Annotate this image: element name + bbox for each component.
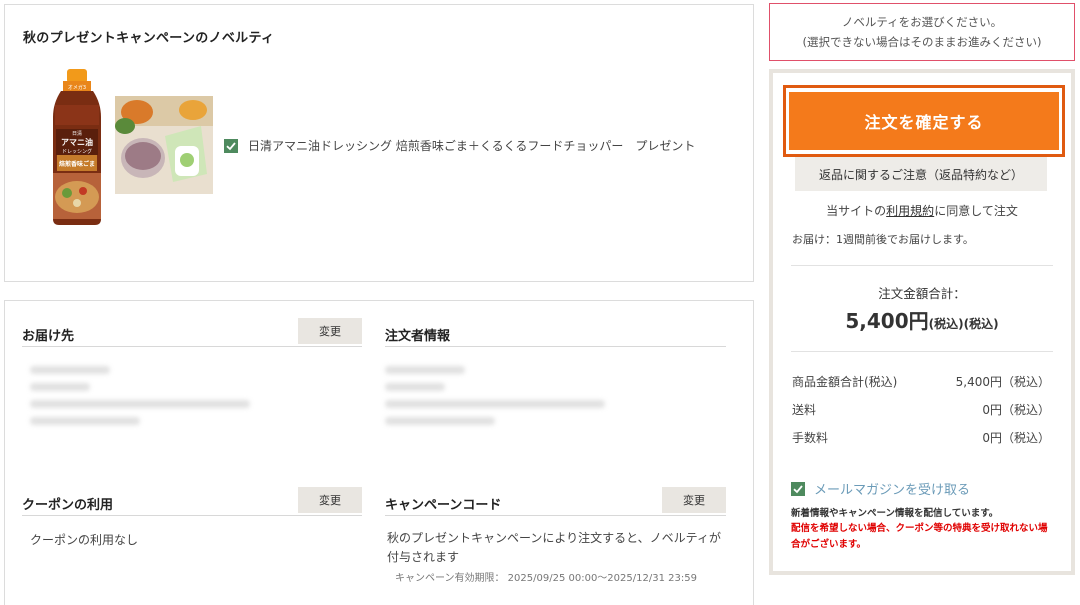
order-summary-panel: 注文を確定する 返品に関するご注意（返品特約など） 当サイトの利用規約に同意して… [769, 69, 1075, 575]
total-amount: 5,400円(税込)(税込) [773, 305, 1071, 334]
shipping-section-header: お届け先 変更 [22, 318, 362, 347]
bottle-sub-text: ドレッシング [62, 148, 92, 155]
campaign-period: キャンペーン有効期限： 2025/09/25 00:00〜2025/12/31 … [395, 573, 697, 584]
campaign-section-header: キャンペーンコード 変更 [385, 487, 726, 516]
total-amount-value: 5,400円 [845, 309, 929, 333]
notice-line-1: ノベルティをお選びください。 [841, 15, 1003, 29]
breakdown-label: 商品金額合計(税込) [792, 375, 898, 389]
terms-agreement: 当サイトの利用規約に同意して注文 [773, 202, 1071, 219]
shipping-change-button[interactable]: 変更 [298, 318, 362, 344]
novelty-title: 秋のプレゼントキャンペーンのノベルティ [23, 31, 275, 46]
notice-line-2: (選択できない場合はそのままお進みください) [802, 35, 1042, 49]
bottle-name-text: アマニ油 [61, 137, 93, 147]
shipping-heading: お届け先 [22, 329, 75, 344]
novelty-card: 秋のプレゼントキャンペーンのノベルティ オメガ3 日清 アマニ油 ドレッシング … [4, 4, 754, 282]
breakdown-row-shipping: 送料 0円（税込） [792, 401, 1050, 418]
breakdown-row-subtotal: 商品金額合計(税込) 5,400円（税込） [792, 373, 1050, 390]
confirm-button-frame: 注文を確定する [783, 85, 1065, 157]
newsletter-description: 新着情報やキャンペーン情報を配信しています。 [791, 508, 999, 519]
bottle-brand-text: 日清 [72, 130, 82, 137]
coupon-change-button[interactable]: 変更 [298, 487, 362, 513]
orderer-info-redacted [385, 366, 605, 434]
agree-prefix: 当サイトの [826, 204, 887, 218]
product-bottle-image: オメガ3 日清 アマニ油 ドレッシング 焙煎香味ごま [53, 69, 101, 225]
bottle-flavor-text: 焙煎香味ごま [58, 160, 95, 168]
coupon-value: クーポンの利用なし [30, 533, 139, 547]
food-chopper-photo [115, 96, 213, 194]
shipping-address-redacted [30, 366, 250, 434]
total-label: 注文金額合計： [878, 286, 966, 301]
summary-divider [791, 351, 1053, 352]
confirm-order-button[interactable]: 注文を確定する [789, 92, 1059, 150]
campaign-change-button[interactable]: 変更 [662, 487, 726, 513]
terms-link[interactable]: 利用規約 [886, 204, 934, 218]
total-tax-note-2: (税込) [963, 317, 999, 331]
newsletter-warning: 配信を希望しない場合、クーポン等の特典を受け取れない場合がございます。 [791, 523, 1048, 550]
orderer-heading: 注文者情報 [385, 329, 451, 344]
coupon-section-header: クーポンの利用 変更 [22, 487, 362, 516]
newsletter-checkbox[interactable] [791, 482, 805, 496]
orderer-section-header: 注文者情報 [385, 319, 726, 347]
breakdown-label: 送料 [792, 403, 817, 417]
total-tax-note-1: (税込) [928, 317, 964, 331]
bottle-badge-text: オメガ3 [68, 84, 86, 91]
coupon-heading: クーポンの利用 [22, 498, 114, 513]
novelty-checkbox[interactable] [224, 139, 238, 153]
breakdown-value: 0円（税込） [982, 403, 1050, 417]
newsletter-label[interactable]: メールマガジンを受け取る [814, 479, 970, 498]
campaign-heading: キャンペーンコード [385, 498, 502, 513]
agree-suffix: に同意して注文 [934, 204, 1018, 218]
breakdown-label: 手数料 [792, 431, 829, 445]
return-policy-button[interactable]: 返品に関するご注意（返品特約など） [795, 157, 1047, 191]
campaign-description: 秋のプレゼントキャンペーンにより注文すると、ノベルティが付与されます [387, 531, 721, 564]
breakdown-row-fee: 手数料 0円（税込） [792, 429, 1050, 446]
summary-divider [791, 265, 1053, 266]
novelty-notice: ノベルティをお選びください。 (選択できない場合はそのままお進みください) [769, 3, 1075, 61]
breakdown-value: 5,400円（税込） [955, 375, 1050, 389]
novelty-product-label[interactable]: 日清アマニ油ドレッシング 焙煎香味ごま＋くるくるフードチョッパー プレゼント [248, 137, 695, 154]
delivery-estimate: お届け：1週間前後でお届けします。 [792, 233, 974, 246]
breakdown-value: 0円（税込） [982, 431, 1050, 445]
